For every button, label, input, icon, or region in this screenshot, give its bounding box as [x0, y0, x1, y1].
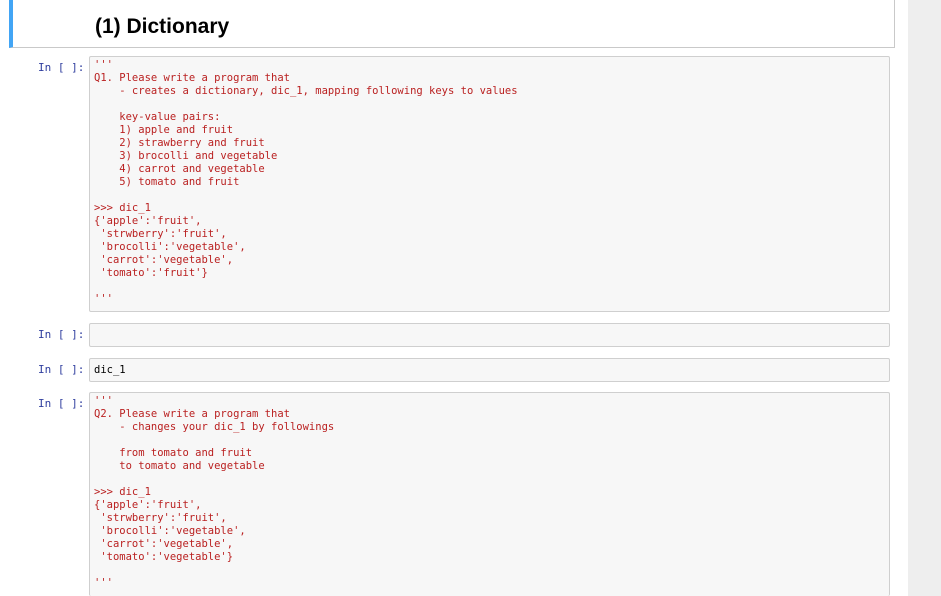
code-input-area[interactable] — [89, 323, 890, 347]
notebook-container: (1) Dictionary In [ ]: ''' Q1. Please wr… — [0, 0, 908, 596]
code-text: ''' Q1. Please write a program that - cr… — [94, 59, 518, 305]
section-heading: (1) Dictionary — [95, 15, 230, 38]
input-prompt: In [ ]: — [38, 363, 85, 376]
input-prompt: In [ ]: — [38, 328, 85, 341]
input-prompt: In [ ]: — [38, 61, 85, 74]
input-prompt: In [ ]: — [38, 397, 85, 410]
code-input-area[interactable]: dic_1 — [89, 358, 890, 382]
code-text: dic_1 — [94, 364, 126, 376]
code-text — [90, 324, 889, 326]
code-input-area[interactable]: ''' Q2. Please write a program that - ch… — [89, 392, 890, 596]
page-gutter — [908, 0, 941, 596]
markdown-cell[interactable]: (1) Dictionary — [9, 0, 895, 48]
code-input-area[interactable]: ''' Q1. Please write a program that - cr… — [89, 56, 890, 312]
code-text: ''' Q2. Please write a program that - ch… — [94, 395, 335, 589]
